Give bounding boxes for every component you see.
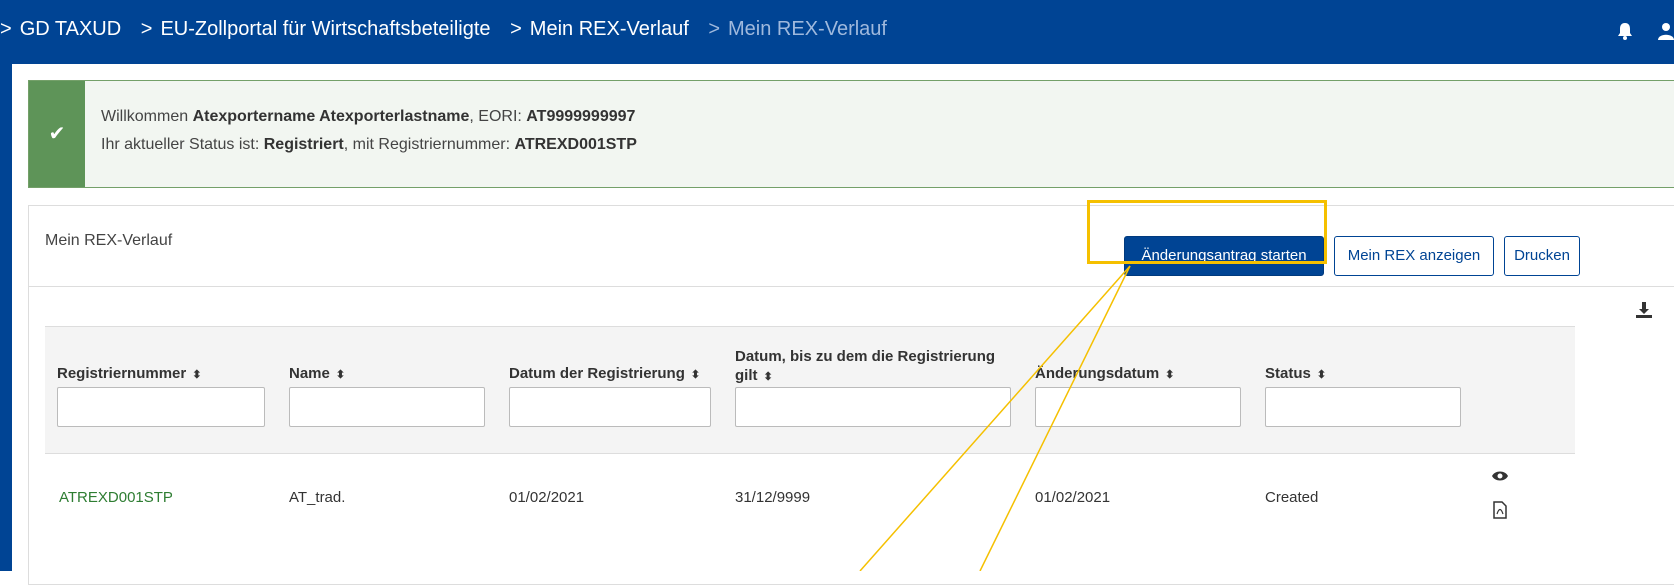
breadcrumb-item-rex-history[interactable]: > Mein REX-Verlauf bbox=[510, 18, 689, 41]
breadcrumb-separator: > bbox=[510, 18, 522, 40]
filter-registration-number[interactable] bbox=[57, 387, 265, 427]
top-bar: > GD TAXUD > EU-Zollportal für Wirtschafts… bbox=[0, 0, 1674, 64]
check-icon: ✔ bbox=[29, 81, 85, 187]
column-header-name[interactable]: Name ⬍ bbox=[289, 365, 345, 382]
rex-history-panel: Mein REX-Verlauf Änderungsantrag starten… bbox=[28, 205, 1674, 585]
filter-registration-date[interactable] bbox=[509, 387, 711, 427]
welcome-alert: ✔ Willkommen Atexportername Atexporterla… bbox=[28, 80, 1674, 188]
cell-name: AT_trad. bbox=[289, 489, 346, 506]
breadcrumb-separator: > bbox=[140, 18, 153, 40]
column-header-registration-date[interactable]: Datum der Registrierung ⬍ bbox=[509, 365, 700, 382]
sort-icon[interactable]: ⬍ bbox=[1317, 369, 1326, 381]
breadcrumb-label: EU-Zollportal für Wirtschaftsbeteiligte bbox=[160, 18, 491, 40]
panel-header: Mein REX-Verlauf Änderungsantrag starten… bbox=[29, 206, 1674, 287]
highlight-box bbox=[1087, 200, 1327, 264]
sort-icon[interactable]: ⬍ bbox=[336, 369, 345, 381]
download-icon[interactable] bbox=[1635, 301, 1653, 324]
breadcrumb-item-gd-taxud[interactable]: > GD TAXUD bbox=[0, 18, 121, 41]
pdf-icon[interactable] bbox=[1493, 501, 1507, 524]
cell-status: Created bbox=[1265, 489, 1319, 506]
filter-valid-until[interactable] bbox=[735, 387, 1011, 427]
sort-icon[interactable]: ⬍ bbox=[764, 371, 773, 383]
breadcrumb-separator: > bbox=[0, 18, 12, 40]
user-icon[interactable] bbox=[1658, 22, 1674, 45]
column-header-change-date[interactable]: Änderungsdatum ⬍ bbox=[1035, 365, 1174, 382]
show-my-rex-button[interactable]: Mein REX anzeigen bbox=[1334, 236, 1494, 276]
breadcrumb-item-current: > Mein REX-Verlauf bbox=[708, 18, 887, 41]
print-button[interactable]: Drucken bbox=[1504, 236, 1580, 276]
cell-registration-number[interactable]: ATREXD001STP bbox=[59, 489, 173, 506]
sort-icon[interactable]: ⬍ bbox=[691, 369, 700, 381]
breadcrumb: > GD TAXUD > EU-Zollportal für Wirtschafts… bbox=[0, 18, 901, 41]
table-row: ATREXD001STP AT_trad. 01/02/2021 31/12/9… bbox=[45, 453, 1575, 573]
filter-name[interactable] bbox=[289, 387, 485, 427]
breadcrumb-item-portal[interactable]: > EU-Zollportal für Wirtschaftsbeteiligte bbox=[141, 18, 491, 41]
eori-value: AT9999999997 bbox=[526, 108, 636, 125]
sort-icon[interactable]: ⬍ bbox=[192, 369, 201, 381]
table-header: Registriernummer ⬍ Name ⬍ Datum der Regist… bbox=[45, 326, 1575, 454]
filter-status[interactable] bbox=[1265, 387, 1461, 427]
filter-change-date[interactable] bbox=[1035, 387, 1241, 427]
welcome-line-2: Ihr aktueller Status ist: Registriert, m… bbox=[101, 136, 637, 153]
eye-icon[interactable] bbox=[1491, 469, 1509, 487]
bell-icon[interactable] bbox=[1617, 22, 1633, 45]
registration-number: ATREXD001STP bbox=[514, 136, 637, 153]
breadcrumb-label: GD TAXUD bbox=[19, 18, 122, 40]
cell-change-date: 01/02/2021 bbox=[1035, 489, 1111, 506]
sort-icon[interactable]: ⬍ bbox=[1165, 369, 1174, 381]
panel-title: Mein REX-Verlauf bbox=[45, 232, 173, 249]
breadcrumb-label: Mein REX-Verlauf bbox=[728, 18, 887, 40]
breadcrumb-separator: > bbox=[708, 18, 721, 40]
breadcrumb-label: Mein REX-Verlauf bbox=[529, 18, 689, 40]
welcome-line-1: Willkommen Atexportername Atexporterlast… bbox=[101, 108, 636, 125]
column-header-registration-number[interactable]: Registriernummer ⬍ bbox=[57, 365, 201, 382]
column-header-status[interactable]: Status ⬍ bbox=[1265, 365, 1326, 382]
welcome-message: Willkommen Atexportername Atexporterlast… bbox=[101, 103, 637, 159]
status-value: Registriert bbox=[263, 136, 344, 153]
cell-registration-date: 01/02/2021 bbox=[509, 489, 585, 506]
user-name: Atexportername Atexporterlastname bbox=[192, 108, 470, 125]
cell-valid-until: 31/12/9999 bbox=[735, 489, 811, 506]
column-header-valid-until[interactable]: Datum, bis zu dem die Registrierung gilt… bbox=[735, 347, 1015, 387]
left-border bbox=[0, 64, 12, 571]
